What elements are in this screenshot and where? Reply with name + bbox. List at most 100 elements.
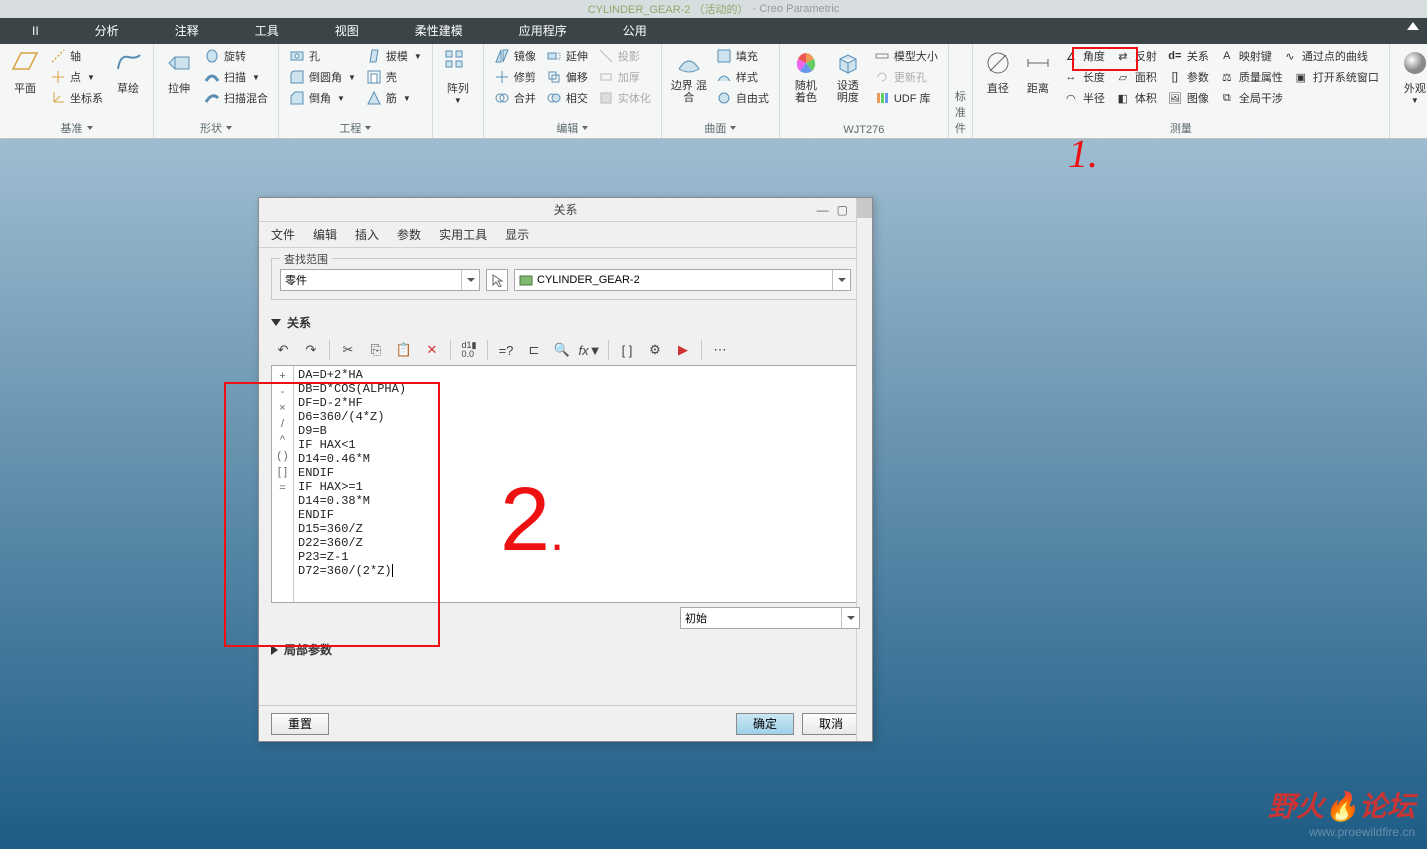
op-divide[interactable]: /: [281, 416, 284, 432]
chevron-down-icon[interactable]: [730, 126, 736, 130]
redo-button[interactable]: ↷: [299, 338, 323, 362]
scope-type-combo[interactable]: 零件: [280, 269, 480, 291]
diameter-button[interactable]: 直径: [979, 46, 1017, 98]
point-button[interactable]: 点▼: [46, 67, 107, 87]
op-times[interactable]: ×: [279, 400, 285, 416]
pattern-button[interactable]: 阵列 ▼: [439, 46, 477, 107]
extra-button[interactable]: ⋯: [708, 338, 732, 362]
reset-button[interactable]: 重置: [271, 713, 329, 735]
intersect-button[interactable]: 相交: [542, 88, 592, 108]
tab-tools[interactable]: 工具: [227, 18, 307, 44]
solidify-button[interactable]: 实体化: [594, 88, 655, 108]
shell-button[interactable]: 壳: [362, 67, 426, 87]
angle-button[interactable]: ∠角度: [1059, 46, 1109, 66]
revolve-button[interactable]: 旋转: [200, 46, 272, 66]
menu-file[interactable]: 文件: [271, 226, 295, 243]
chevron-down-icon[interactable]: [226, 126, 232, 130]
sort-button[interactable]: ⊏: [522, 338, 546, 362]
trim-button[interactable]: 修剪: [490, 67, 540, 87]
image-button[interactable]: 🖼图像: [1163, 88, 1213, 108]
transparency-button[interactable]: 设透 明度: [828, 46, 868, 106]
project-button[interactable]: 投影: [594, 46, 655, 66]
plane-button[interactable]: 平面: [6, 46, 44, 98]
dialog-titlebar[interactable]: 关系 — ▢ ✕: [259, 198, 872, 222]
minimize-button[interactable]: —: [817, 203, 829, 217]
offset-button[interactable]: 偏移: [542, 67, 592, 87]
hole-button[interactable]: 孔: [285, 46, 360, 66]
unit-button[interactable]: ⚙: [643, 338, 667, 362]
collapse-ribbon-icon[interactable]: [1407, 22, 1419, 30]
chevron-down-icon[interactable]: [582, 126, 588, 130]
style-button[interactable]: 样式: [712, 67, 773, 87]
draft-button[interactable]: 拔模▼: [362, 46, 426, 66]
sketch-button[interactable]: 草绘: [109, 46, 147, 98]
op-minus[interactable]: -: [281, 384, 285, 400]
brackets-button[interactable]: [ ]: [615, 338, 639, 362]
op-paren[interactable]: ( ): [277, 448, 287, 464]
tab-view[interactable]: 视图: [307, 18, 387, 44]
menu-utilities[interactable]: 实用工具: [439, 226, 487, 243]
tab-apps[interactable]: 应用程序: [491, 18, 595, 44]
cut-button[interactable]: ✂: [336, 338, 360, 362]
code-textarea[interactable]: DA=D+2*HA DB=D*COS(ALPHA) DF=D-2*HF D6=3…: [294, 366, 859, 602]
menu-edit[interactable]: 编辑: [313, 226, 337, 243]
udf-library-button[interactable]: UDF 库: [870, 88, 942, 108]
dim-toggle-button[interactable]: d1▮0.0: [457, 338, 481, 362]
area-button[interactable]: ▱面积: [1111, 67, 1161, 87]
rib-button[interactable]: 筋▼: [362, 88, 426, 108]
reflect-button[interactable]: ⇄反射: [1111, 46, 1161, 66]
merge-button[interactable]: 合并: [490, 88, 540, 108]
ok-button[interactable]: 确定: [736, 713, 794, 735]
parameters-button[interactable]: []参数: [1163, 67, 1213, 87]
tab-model[interactable]: II: [4, 18, 67, 44]
csys-button[interactable]: 坐标系: [46, 88, 107, 108]
boundary-blend-button[interactable]: 边界 混合: [668, 46, 710, 106]
op-plus[interactable]: +: [279, 368, 285, 384]
global-interference-button[interactable]: ⧉全局干涉: [1215, 88, 1287, 108]
mass-props-button[interactable]: ⚖质量属性: [1215, 67, 1287, 87]
chevron-down-icon[interactable]: [87, 126, 93, 130]
scrollbar-thumb[interactable]: [857, 198, 872, 218]
appearance-button[interactable]: 外观 ▼: [1396, 46, 1427, 107]
maximize-button[interactable]: ▢: [837, 203, 848, 217]
swept-blend-button[interactable]: 扫描混合: [200, 88, 272, 108]
menu-parameters[interactable]: 参数: [397, 226, 421, 243]
tab-public[interactable]: 公用: [595, 18, 675, 44]
op-bracket[interactable]: [ ]: [278, 464, 287, 480]
model-size-button[interactable]: 模型大小: [870, 46, 942, 66]
relations-button[interactable]: d=关系: [1163, 46, 1213, 66]
extend-button[interactable]: 延伸: [542, 46, 592, 66]
tab-analysis[interactable]: 分析: [67, 18, 147, 44]
copy-button[interactable]: ⎘: [364, 338, 388, 362]
curve-button[interactable]: ∿通过点的曲线: [1278, 46, 1372, 66]
function-button[interactable]: fx▼: [578, 338, 602, 362]
length-button[interactable]: ↔长度: [1059, 67, 1109, 87]
verify-button[interactable]: =?: [494, 338, 518, 362]
op-equals[interactable]: =: [279, 480, 285, 496]
volume-button[interactable]: ◧体积: [1111, 88, 1161, 108]
scope-model-combo[interactable]: CYLINDER_GEAR-2: [514, 269, 851, 291]
extrude-button[interactable]: 拉伸: [160, 46, 198, 98]
relations-section-header[interactable]: 关系: [271, 310, 860, 335]
mirror-button[interactable]: 镜像: [490, 46, 540, 66]
menu-show[interactable]: 显示: [505, 226, 529, 243]
execute-button[interactable]: ▶: [671, 338, 695, 362]
menu-insert[interactable]: 插入: [355, 226, 379, 243]
chamfer-button[interactable]: 倒角▼: [285, 88, 360, 108]
radius-button[interactable]: ◠半径: [1059, 88, 1109, 108]
paste-button[interactable]: 📋: [392, 338, 416, 362]
random-color-button[interactable]: 随机 着色: [786, 46, 826, 106]
find-button[interactable]: 🔍: [550, 338, 574, 362]
scrollbar[interactable]: [856, 198, 872, 741]
sweep-button[interactable]: 扫描▼: [200, 67, 272, 87]
op-power[interactable]: ^: [280, 432, 285, 448]
mapkeys-button[interactable]: A映射键: [1215, 46, 1276, 66]
pick-button[interactable]: [486, 269, 508, 291]
system-window-button[interactable]: ▣打开系统窗口: [1289, 67, 1383, 87]
axis-button[interactable]: 轴: [46, 46, 107, 66]
local-params-header[interactable]: 局部参数: [271, 637, 860, 662]
thicken-button[interactable]: 加厚: [594, 67, 655, 87]
round-button[interactable]: 倒圆角▼: [285, 67, 360, 87]
distance-button[interactable]: 距离: [1019, 46, 1057, 98]
freestyle-button[interactable]: 自由式: [712, 88, 773, 108]
